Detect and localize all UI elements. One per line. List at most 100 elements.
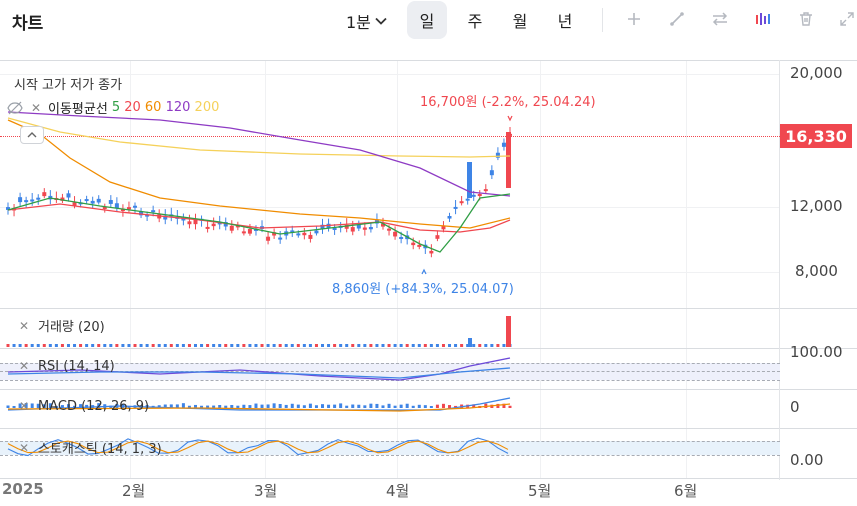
candle-body: [24, 200, 29, 203]
candle-body: [151, 210, 156, 213]
volume-bar: [109, 344, 113, 347]
close-icon[interactable]: ✕: [16, 398, 32, 414]
candle-body: [453, 206, 458, 209]
rsi-pane-label: ✕ RSI (14, 14): [16, 358, 115, 374]
candle-body: [302, 232, 307, 236]
volume-bar: [66, 344, 70, 347]
ma-20-line: [7, 203, 511, 233]
candle-body: [108, 200, 113, 204]
collapse-legend-button[interactable]: [20, 126, 44, 144]
macd-histogram-bar: [417, 404, 421, 408]
candle-body: [247, 229, 252, 234]
macd-histogram-bar: [333, 404, 337, 408]
chevron-up-icon: [27, 132, 37, 138]
macd-histogram-bar: [369, 403, 373, 408]
low-price-annotation: 8,860원 (+84.3%, 25.04.07): [332, 282, 514, 297]
volume-bar: [42, 344, 46, 347]
macd-histogram-bar: [381, 405, 385, 408]
volume-bar: [24, 344, 28, 347]
macd-histogram-bar: [399, 404, 403, 408]
moving-average-legend: ✕ 이동평균선 5 20 60 120 200: [6, 98, 219, 117]
macd-histogram-bar: [405, 403, 409, 408]
volume-bar: [441, 344, 445, 347]
candle-body: [296, 233, 301, 236]
volume-bar: [54, 344, 58, 347]
candle-body: [205, 226, 210, 229]
volume-bar: [206, 344, 210, 347]
candle-body: [393, 231, 398, 237]
volume-bar: [266, 344, 270, 347]
x-tick-label: 2025: [2, 480, 44, 498]
candle-body: [133, 205, 138, 208]
volume-bar: [351, 344, 355, 347]
volume-bar: [85, 344, 89, 347]
ma-legend-name: 이동평균선: [48, 102, 108, 117]
candle-body: [399, 237, 404, 240]
volume-bar: [411, 344, 415, 347]
macd-histogram-bar: [278, 403, 282, 408]
x-tick-label: 6월: [674, 482, 698, 500]
eye-hidden-icon[interactable]: [6, 100, 24, 116]
volume-bar: [236, 344, 240, 347]
volume-bar: [30, 344, 34, 347]
ma-period-60: 60: [144, 100, 166, 115]
macd-pane-label: ✕ MACD (12, 26, 9): [16, 398, 149, 414]
macd-histogram-bar: [266, 404, 270, 408]
x-tick-label: 4월: [386, 482, 410, 500]
macd-histogram-bar: [357, 404, 361, 408]
volume-bar: [284, 344, 288, 347]
volume-bar: [73, 344, 77, 347]
candle-body: [435, 235, 440, 239]
volume-bar: [254, 344, 258, 347]
volume-bar: [212, 344, 216, 347]
volume-bar: [302, 344, 306, 347]
ma-period-5: 5: [111, 100, 125, 115]
close-icon[interactable]: ✕: [28, 100, 44, 116]
macd-histogram-bar: [508, 405, 512, 408]
candle-body: [314, 230, 319, 234]
current-price-badge: 16,330: [780, 124, 852, 148]
rsi-axis-label: 100.00: [790, 343, 843, 361]
candle-body: [308, 234, 313, 239]
close-icon[interactable]: ✕: [16, 440, 32, 456]
close-icon[interactable]: ✕: [16, 318, 32, 334]
high-marker-arrow: [507, 115, 513, 122]
volume-bar: [490, 344, 494, 347]
candle-body: [96, 198, 101, 203]
stochastic-pane-label: ✕ 스토캐스틱 (14, 1, 3): [16, 438, 162, 458]
candle-body: [387, 228, 392, 231]
volume-bar: [242, 344, 246, 347]
volume-bar: [417, 344, 421, 347]
volume-bar: [103, 344, 107, 347]
macd-histogram-bar: [290, 403, 294, 408]
macd-label: MACD (12, 26, 9): [38, 398, 150, 414]
macd-histogram-bar: [224, 405, 228, 408]
candle-body: [417, 244, 422, 247]
volume-bar: [193, 344, 197, 347]
ma-period-20: 20: [124, 100, 145, 115]
volume-bar: [321, 344, 325, 347]
macd-histogram-bar: [260, 404, 264, 408]
stock-chart-panel: 차트 1분 일 주 월 년 20,000 12,000 8,000 16,330…: [0, 0, 857, 506]
macd-histogram-bar: [236, 405, 240, 408]
expand-icon[interactable]: [836, 8, 857, 30]
volume-bar: [181, 344, 185, 347]
macd-histogram-bar: [6, 405, 10, 408]
macd-histogram-bar: [272, 403, 276, 408]
candle-body: [471, 194, 476, 197]
volume-bar: [339, 344, 343, 347]
volume-bar: [230, 344, 234, 347]
volume-bar: [472, 344, 476, 347]
trash-icon[interactable]: [795, 8, 817, 30]
candle-body: [489, 170, 494, 176]
macd-histogram-bar: [363, 405, 367, 408]
stochastic-label: 스토캐스틱 (14, 1, 3): [38, 442, 162, 457]
candle-body: [90, 200, 95, 204]
close-icon[interactable]: ✕: [16, 358, 32, 374]
volume-bar: [6, 344, 10, 347]
volume-bar: [127, 344, 131, 347]
candle-body: [506, 132, 511, 188]
volume-bar: [163, 344, 167, 347]
y-tick-label: 8,000: [795, 262, 838, 280]
stochastic-axis-label: 0.00: [790, 451, 824, 469]
